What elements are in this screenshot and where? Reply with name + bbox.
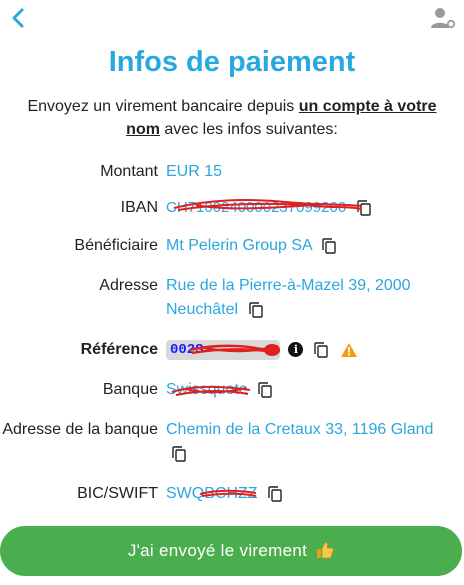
reference-text: 002S — [170, 341, 204, 358]
bank-label: Banque — [102, 381, 158, 398]
copy-icon[interactable] — [248, 302, 263, 318]
reference-code: 002S — [166, 339, 281, 360]
intro-text: Envoyez un virement bancaire depuis un c… — [10, 95, 454, 141]
bank-text: Swissquote — [166, 381, 248, 398]
amount-label: Montant — [100, 163, 158, 180]
row-reference: Référence 002S i — [0, 338, 464, 362]
copy-icon[interactable] — [314, 342, 328, 358]
copy-icon[interactable] — [322, 238, 336, 254]
address-text: Rue de la Pierre-à-Mazel 39, 2000 Neuchâ… — [166, 277, 411, 318]
top-bar — [0, 0, 464, 36]
row-bank: Banque Swissquote — [0, 378, 464, 402]
address-label: Adresse — [99, 277, 158, 294]
copy-icon[interactable] — [356, 200, 371, 216]
row-beneficiary: Bénéficiaire Mt Pelerin Group SA — [0, 234, 464, 258]
sent-transfer-label: J'ai envoyé le virement — [127, 541, 308, 560]
copy-icon[interactable] — [258, 382, 272, 398]
beneficiary-label: Bénéficiaire — [74, 237, 158, 254]
bank-address-label: Adresse de la banque — [2, 421, 158, 438]
row-bank-address: Adresse de la banque Chemin de la Cretau… — [0, 418, 464, 462]
intro-after: avec les infos suivantes: — [159, 121, 338, 138]
bank-address-value: Chemin de la Cretaux 33, 1196 Gland — [166, 418, 446, 466]
bic-text: SWQBCHZZ — [166, 485, 258, 502]
row-amount: Montant EUR 15 — [0, 160, 464, 184]
copy-icon[interactable] — [172, 446, 186, 462]
amount-text: EUR 15 — [166, 163, 223, 180]
page-title: Infos de paiement — [108, 46, 356, 78]
reference-label: Référence — [80, 341, 158, 358]
beneficiary-text: Mt Pelerin Group SA — [166, 237, 312, 254]
bank-address-text: Chemin de la Cretaux 33, 1196 Gland — [166, 421, 434, 438]
bank-value: Swissquote — [166, 378, 456, 402]
info-icon[interactable]: i — [288, 342, 304, 358]
beneficiary-value: Mt Pelerin Group SA — [166, 234, 456, 258]
address-value: Rue de la Pierre-à-Mazel 39, 2000 Neuchâ… — [166, 274, 428, 322]
row-iban: IBAN CH7100240000237099200 — [0, 196, 464, 220]
warning-icon[interactable] — [340, 342, 358, 358]
sent-transfer-button[interactable]: J'ai envoyé le virement — [0, 526, 462, 576]
user-settings-icon[interactable] — [430, 6, 456, 30]
bic-value: SWQBCHZZ — [166, 482, 456, 506]
reference-value: 002S i — [166, 338, 456, 362]
row-bic: BIC/SWIFT SWQBCHZZ — [0, 482, 464, 506]
row-address: Adresse Rue de la Pierre-à-Mazel 39, 200… — [0, 274, 464, 318]
intro-before: Envoyez un virement bancaire depuis — [27, 98, 299, 115]
iban-text: CH7100240000237099200 — [166, 199, 347, 216]
copy-icon[interactable] — [268, 486, 282, 502]
thumbs-up-icon — [317, 542, 334, 559]
iban-label: IBAN — [120, 199, 158, 216]
bic-label: BIC/SWIFT — [77, 485, 158, 502]
chevron-left-icon[interactable] — [8, 6, 28, 30]
iban-value: CH7100240000237099200 — [166, 196, 456, 220]
amount-value: EUR 15 — [166, 160, 456, 184]
